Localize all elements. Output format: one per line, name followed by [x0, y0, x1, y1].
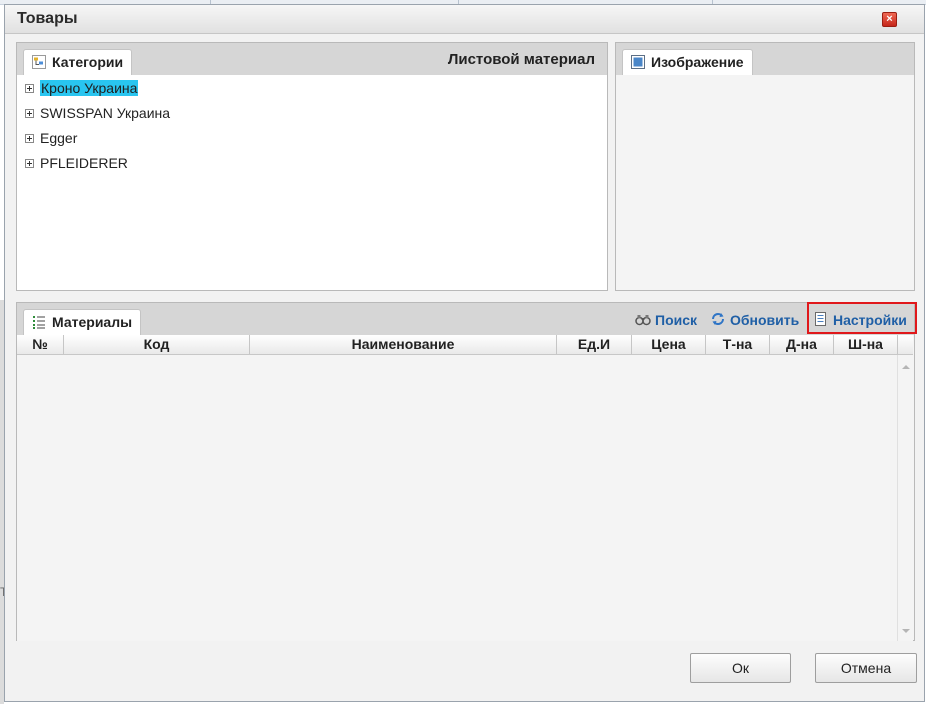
tree-item[interactable]: Egger: [25, 128, 77, 148]
tab-image[interactable]: Изображение: [622, 49, 753, 75]
expand-icon[interactable]: [25, 83, 34, 93]
column-header-code[interactable]: Код: [64, 335, 250, 354]
materials-panel-header: Материалы Поиск Обновить Настройки: [17, 303, 914, 335]
column-header-number[interactable]: №: [17, 335, 64, 354]
expand-icon[interactable]: [25, 108, 34, 118]
search-button-label: Поиск: [655, 312, 698, 328]
tree-item[interactable]: PFLEIDERER: [25, 153, 128, 173]
column-header-name[interactable]: Наименование: [250, 335, 557, 354]
tree-item[interactable]: Кроно Украина: [25, 78, 139, 98]
tree-item-label: Egger: [40, 130, 78, 146]
refresh-button-label: Обновить: [730, 312, 800, 328]
close-icon[interactable]: ×: [882, 12, 897, 27]
refresh-icon: [712, 313, 724, 326]
image-icon: [631, 55, 645, 69]
materials-panel: Материалы Поиск Обновить Настройки № Код…: [16, 302, 915, 641]
settings-highlight-box: [807, 302, 917, 334]
category-heading: Листовой материал: [447, 51, 595, 68]
list-icon: [33, 316, 45, 329]
tab-materials[interactable]: Материалы: [23, 309, 142, 335]
tree-item-label: PFLEIDERER: [40, 155, 128, 171]
search-button[interactable]: Поиск: [635, 310, 697, 330]
tree-item-label: Кроно Украина: [40, 80, 139, 96]
materials-grid-body[interactable]: [17, 355, 897, 641]
tab-materials-label: Материалы: [52, 314, 133, 330]
tab-categories-label: Категории: [52, 54, 124, 70]
ok-button[interactable]: Ок: [690, 653, 791, 683]
refresh-button[interactable]: Обновить: [710, 310, 799, 330]
products-dialog: Товары × Категории Листовой материал Кро…: [4, 4, 925, 702]
categories-panel-header: Категории Листовой материал: [17, 43, 607, 75]
column-header-length[interactable]: Д-на: [770, 335, 834, 354]
vertical-scrollbar[interactable]: [897, 355, 913, 641]
cancel-button[interactable]: Отмена: [815, 653, 917, 683]
materials-grid-header: № Код Наименование Ед.И Цена Т-на Д-на Ш…: [17, 335, 913, 355]
column-header-price[interactable]: Цена: [632, 335, 706, 354]
binoculars-icon: [635, 315, 651, 326]
expand-icon[interactable]: [25, 158, 34, 168]
scroll-up-icon[interactable]: [902, 365, 910, 369]
tree-item-label: SWISSPAN Украина: [40, 105, 171, 121]
tree-item[interactable]: SWISSPAN Украина: [25, 103, 170, 123]
column-header-thickness[interactable]: Т-на: [706, 335, 770, 354]
categories-panel: Категории Листовой материал Кроно Украин…: [16, 42, 608, 291]
tab-image-label: Изображение: [651, 54, 744, 70]
column-header-unit[interactable]: Ед.И: [557, 335, 632, 354]
scroll-down-icon[interactable]: [902, 629, 910, 633]
dialog-title: Товары: [17, 10, 78, 27]
tab-categories[interactable]: Категории: [23, 49, 133, 75]
image-panel: Изображение: [615, 42, 915, 291]
column-header-width[interactable]: Ш-на: [834, 335, 898, 354]
dialog-titlebar[interactable]: Товары ×: [5, 5, 924, 34]
category-tree-icon: [32, 55, 46, 69]
image-panel-header: Изображение: [616, 43, 914, 75]
expand-icon[interactable]: [25, 133, 34, 143]
